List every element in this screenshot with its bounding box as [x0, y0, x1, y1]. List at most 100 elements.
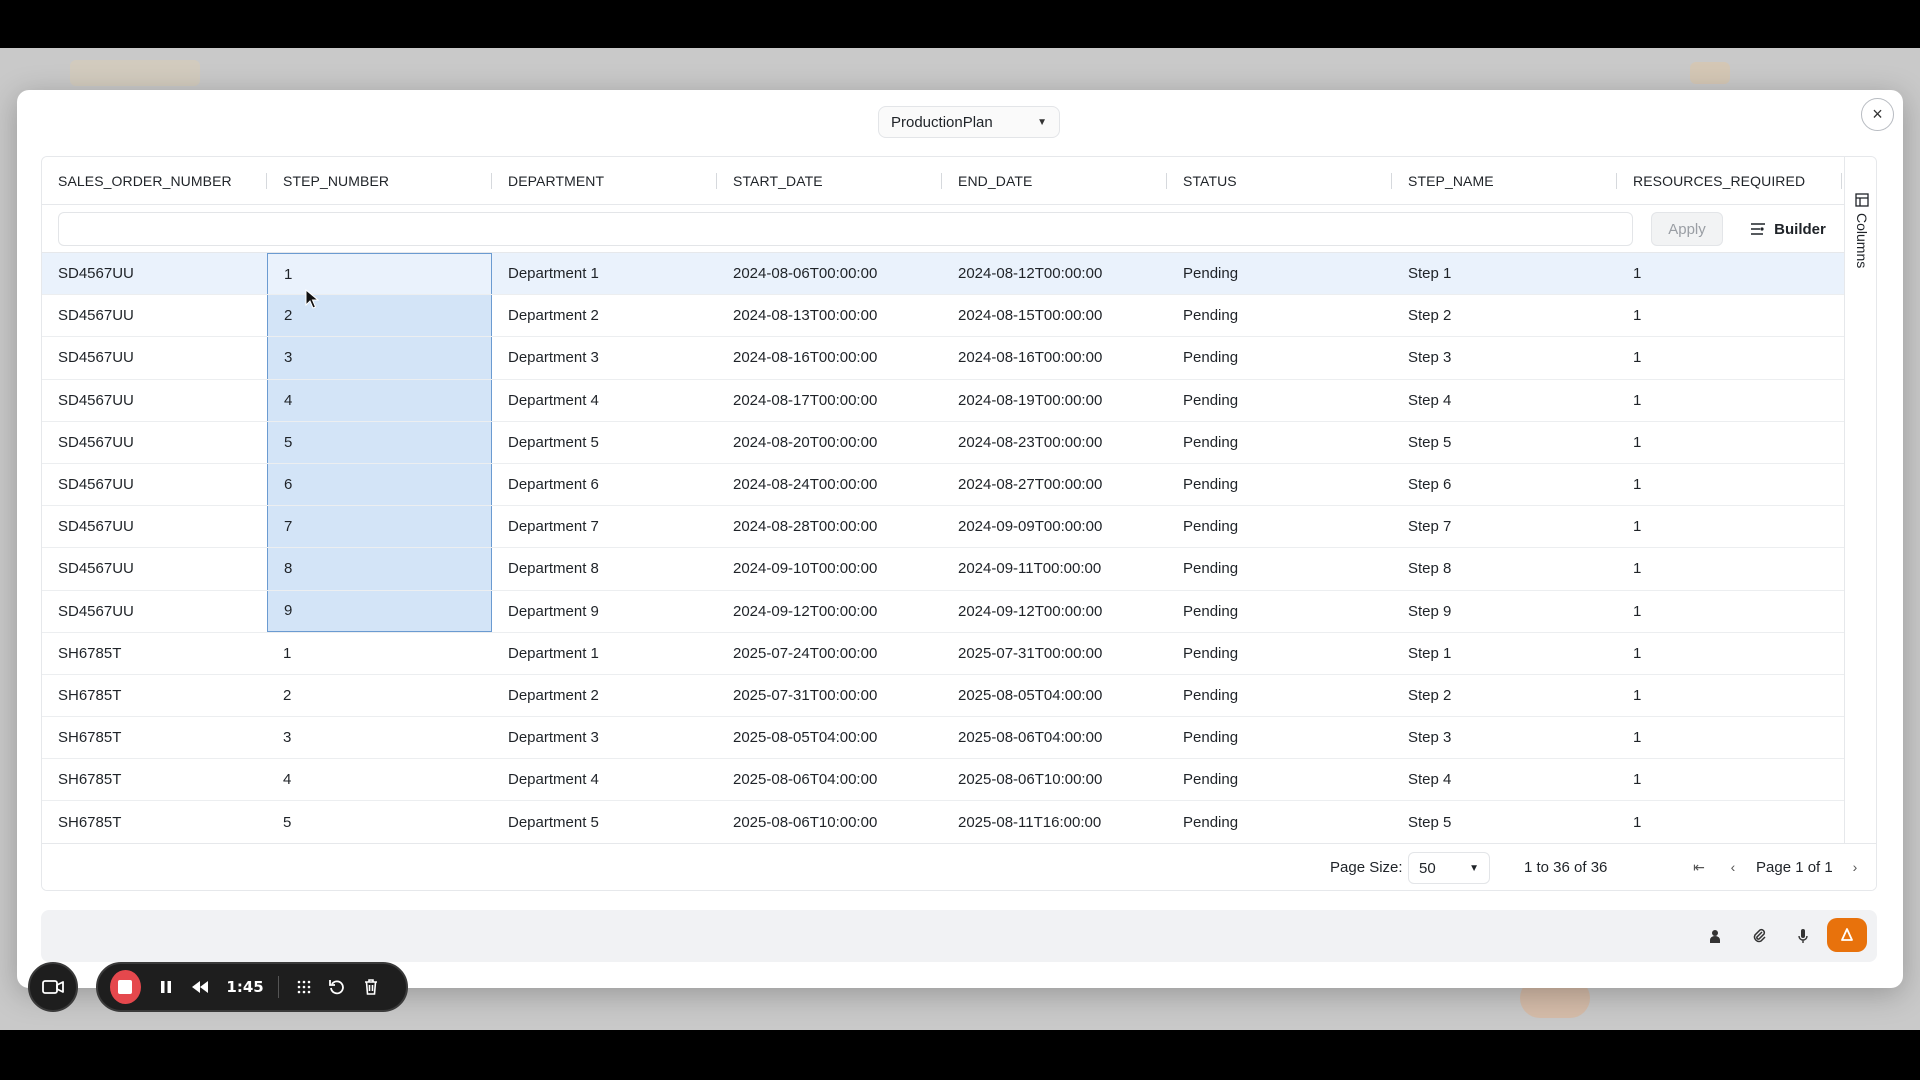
- cell-resources-required[interactable]: 1: [1617, 548, 1842, 589]
- cell-start-date[interactable]: 2024-09-10T00:00:00: [717, 548, 942, 589]
- cell-start-date[interactable]: 2024-08-28T00:00:00: [717, 506, 942, 547]
- cell-department[interactable]: Department 3: [492, 337, 717, 378]
- cell-start-date[interactable]: 2025-08-05T04:00:00: [717, 717, 942, 758]
- cell-status[interactable]: Pending: [1167, 548, 1392, 589]
- cell-end-date[interactable]: 2025-08-06T10:00:00: [942, 759, 1167, 800]
- cell-step-number[interactable]: 3: [267, 337, 492, 379]
- cell-sales-order-number[interactable]: SD4567UU: [42, 295, 267, 336]
- cell-step-number[interactable]: 2: [267, 675, 492, 716]
- cell-resources-required[interactable]: 1: [1617, 506, 1842, 547]
- cell-sales-order-number[interactable]: SD4567UU: [42, 591, 267, 632]
- cell-department[interactable]: Department 8: [492, 548, 717, 589]
- cell-step-number[interactable]: 6: [267, 463, 492, 506]
- cell-step-name[interactable]: Step 5: [1392, 422, 1617, 463]
- cell-end-date[interactable]: 2024-08-27T00:00:00: [942, 464, 1167, 505]
- cell-end-date[interactable]: 2024-08-23T00:00:00: [942, 422, 1167, 463]
- cell-end-date[interactable]: 2024-08-16T00:00:00: [942, 337, 1167, 378]
- cell-sales-order-number[interactable]: SH6785T: [42, 675, 267, 716]
- cell-step-number[interactable]: 5: [267, 801, 492, 842]
- table-row[interactable]: SH6785T 5 Department 5 2025-08-06T10:00:00 2…: [42, 801, 1844, 843]
- table-row[interactable]: SD4567UU 6 Department 6 2024-08-24T00:00:00…: [42, 463, 1844, 507]
- cell-step-name[interactable]: Step 2: [1392, 295, 1617, 336]
- cell-step-number[interactable]: 3: [267, 717, 492, 758]
- cell-end-date[interactable]: 2024-09-09T00:00:00: [942, 506, 1167, 547]
- cell-end-date[interactable]: 2025-07-31T00:00:00: [942, 633, 1167, 674]
- table-row[interactable]: SD4567UU 8 Department 8 2024-09-10T00:00:00…: [42, 548, 1844, 591]
- cell-step-number[interactable]: 2: [267, 295, 492, 337]
- table-row[interactable]: SD4567UU 9 Department 9 2024-09-12T00:00:00…: [42, 590, 1844, 633]
- cell-step-name[interactable]: Step 4: [1392, 759, 1617, 800]
- cell-status[interactable]: Pending: [1167, 380, 1392, 421]
- cell-step-name[interactable]: Step 7: [1392, 506, 1617, 547]
- cell-step-number[interactable]: 1: [267, 253, 492, 295]
- cell-department[interactable]: Department 3: [492, 717, 717, 758]
- next-page-button[interactable]: ›: [1844, 856, 1866, 878]
- cell-end-date[interactable]: 2024-08-19T00:00:00: [942, 380, 1167, 421]
- close-button[interactable]: ×: [1861, 98, 1894, 131]
- cell-resources-required[interactable]: 1: [1617, 675, 1842, 716]
- cell-start-date[interactable]: 2024-08-20T00:00:00: [717, 422, 942, 463]
- table-source-select[interactable]: ProductionPlan ▼: [878, 106, 1060, 138]
- cell-department[interactable]: Department 5: [492, 801, 717, 842]
- cell-step-name[interactable]: Step 6: [1392, 464, 1617, 505]
- cell-sales-order-number[interactable]: SH6785T: [42, 717, 267, 758]
- cell-status[interactable]: Pending: [1167, 717, 1392, 758]
- column-header-start-date[interactable]: START_DATE: [717, 157, 942, 204]
- cell-step-number[interactable]: 7: [267, 506, 492, 548]
- table-row[interactable]: SH6785T 3 Department 3 2025-08-05T04:00:00 2…: [42, 717, 1844, 760]
- cell-status[interactable]: Pending: [1167, 422, 1392, 463]
- cell-step-name[interactable]: Step 1: [1392, 633, 1617, 674]
- pause-button[interactable]: [155, 975, 177, 999]
- cell-department[interactable]: Department 4: [492, 380, 717, 421]
- cell-department[interactable]: Department 2: [492, 295, 717, 336]
- cell-start-date[interactable]: 2024-09-12T00:00:00: [717, 591, 942, 632]
- cell-start-date[interactable]: 2025-08-06T10:00:00: [717, 801, 942, 842]
- table-row[interactable]: SH6785T 4 Department 4 2025-08-06T04:00:00 2…: [42, 759, 1844, 802]
- restart-button[interactable]: [326, 975, 348, 999]
- cell-sales-order-number[interactable]: SH6785T: [42, 759, 267, 800]
- cell-step-name[interactable]: Step 3: [1392, 717, 1617, 758]
- delete-recording-button[interactable]: [360, 975, 382, 999]
- cell-resources-required[interactable]: 1: [1617, 337, 1842, 378]
- cell-department[interactable]: Department 6: [492, 464, 717, 505]
- cell-start-date[interactable]: 2025-08-06T04:00:00: [717, 759, 942, 800]
- cell-resources-required[interactable]: 1: [1617, 422, 1842, 463]
- cell-department[interactable]: Department 4: [492, 759, 717, 800]
- cell-step-number[interactable]: 8: [267, 548, 492, 590]
- cell-sales-order-number[interactable]: SD4567UU: [42, 337, 267, 378]
- cell-sales-order-number[interactable]: SH6785T: [42, 633, 267, 674]
- cell-step-number[interactable]: 4: [267, 759, 492, 800]
- cell-resources-required[interactable]: 1: [1617, 801, 1842, 842]
- cell-department[interactable]: Department 1: [492, 253, 717, 294]
- column-header-sales-order-number[interactable]: SALES_ORDER_NUMBER: [42, 157, 267, 204]
- filter-builder-button[interactable]: Builder: [1742, 212, 1834, 246]
- cell-sales-order-number[interactable]: SD4567UU: [42, 464, 267, 505]
- cell-end-date[interactable]: 2024-08-15T00:00:00: [942, 295, 1167, 336]
- stop-recording-button[interactable]: [110, 970, 141, 1004]
- cell-resources-required[interactable]: 1: [1617, 759, 1842, 800]
- chat-input-bar[interactable]: [41, 910, 1877, 962]
- cell-resources-required[interactable]: 1: [1617, 633, 1842, 674]
- microphone-icon[interactable]: [1791, 924, 1815, 948]
- cell-start-date[interactable]: 2024-08-24T00:00:00: [717, 464, 942, 505]
- cell-sales-order-number[interactable]: SD4567UU: [42, 422, 267, 463]
- paperclip-icon[interactable]: [1747, 924, 1771, 948]
- cell-resources-required[interactable]: 1: [1617, 717, 1842, 758]
- camera-toggle-button[interactable]: [28, 962, 78, 1012]
- cell-start-date[interactable]: 2024-08-17T00:00:00: [717, 380, 942, 421]
- cell-sales-order-number[interactable]: SH6785T: [42, 801, 267, 842]
- cell-step-name[interactable]: Step 9: [1392, 591, 1617, 632]
- cell-department[interactable]: Department 2: [492, 675, 717, 716]
- cell-status[interactable]: Pending: [1167, 253, 1392, 294]
- cell-step-name[interactable]: Step 2: [1392, 675, 1617, 716]
- table-row[interactable]: SH6785T 1 Department 1 2025-07-24T00:00:00 2…: [42, 632, 1844, 675]
- cell-start-date[interactable]: 2025-07-24T00:00:00: [717, 633, 942, 674]
- first-page-button[interactable]: ⇤: [1688, 856, 1710, 878]
- cell-end-date[interactable]: 2025-08-06T04:00:00: [942, 717, 1167, 758]
- cell-resources-required[interactable]: 1: [1617, 295, 1842, 336]
- filter-expression-input[interactable]: [58, 212, 1633, 246]
- cell-resources-required[interactable]: 1: [1617, 253, 1842, 294]
- cell-sales-order-number[interactable]: SD4567UU: [42, 380, 267, 421]
- cell-sales-order-number[interactable]: SD4567UU: [42, 506, 267, 547]
- cell-step-number[interactable]: 9: [267, 590, 492, 632]
